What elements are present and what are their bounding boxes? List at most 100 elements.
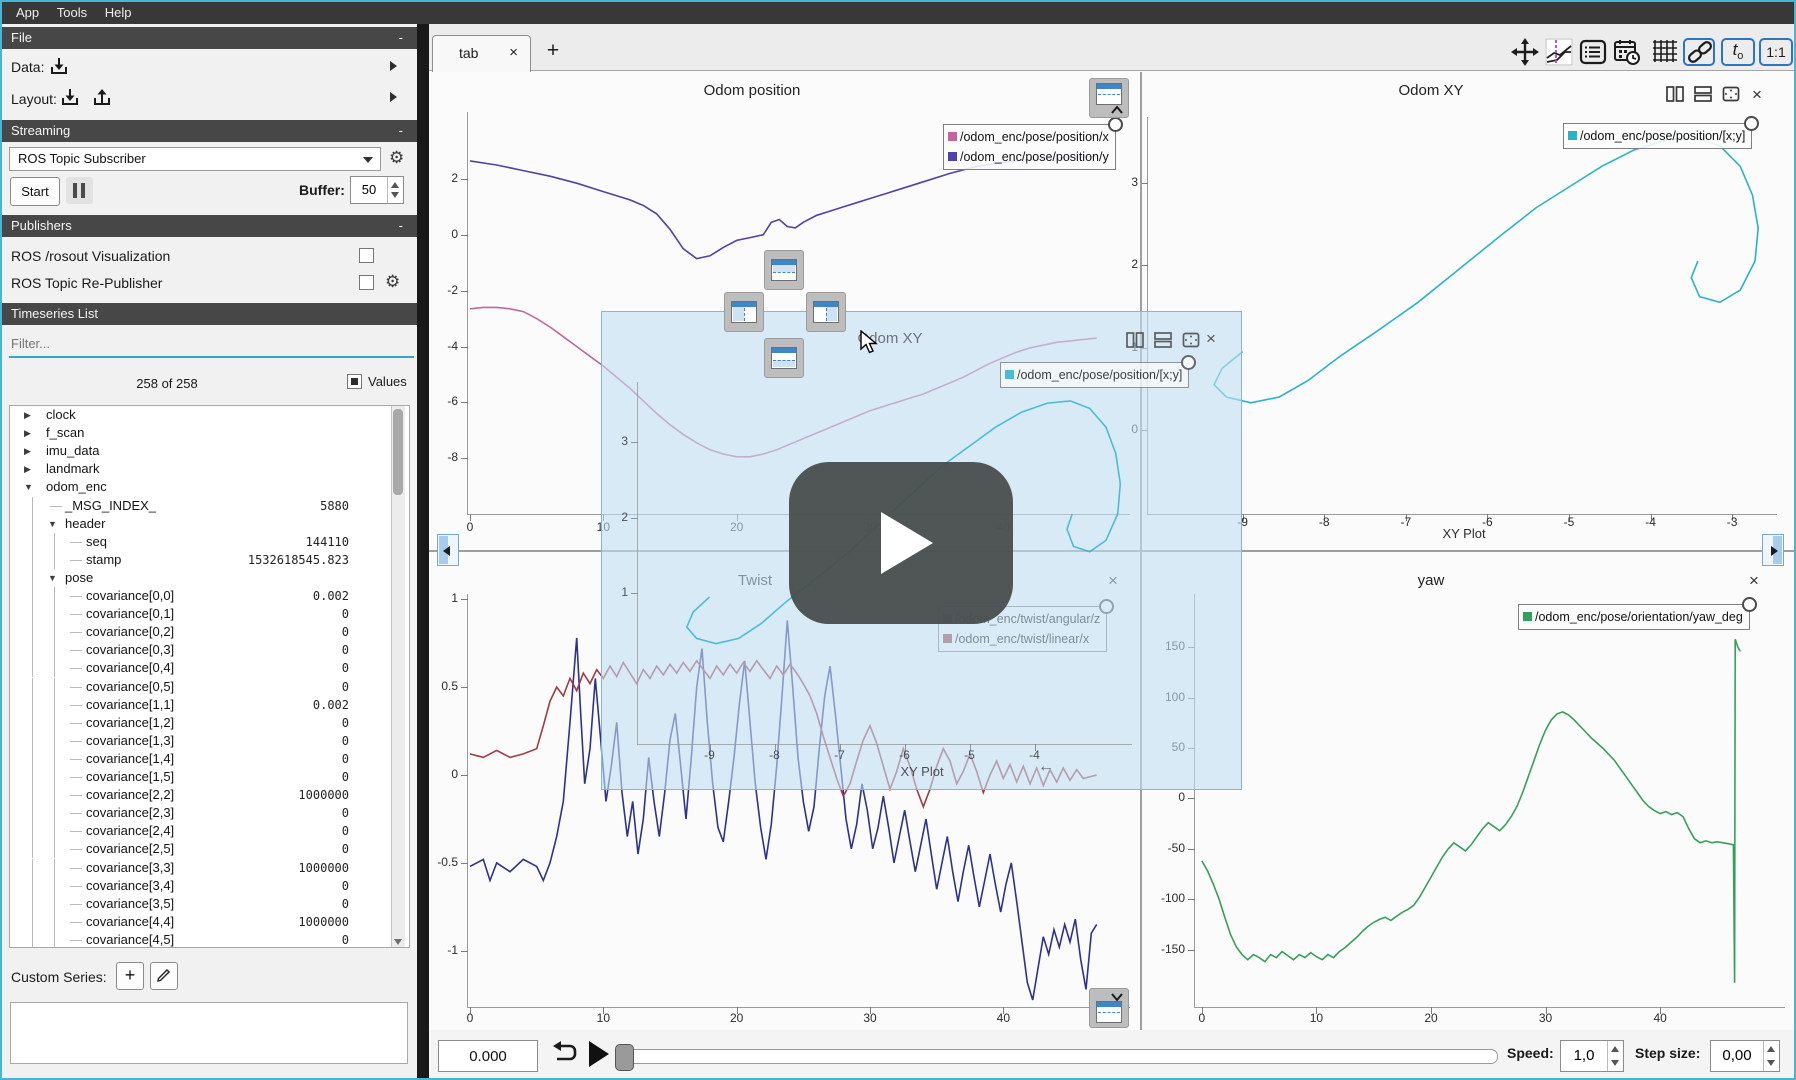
legend-entry[interactable]: /odom_enc/pose/position/[x;y] bbox=[1005, 365, 1182, 385]
collapse-publishers-icon[interactable]: - bbox=[399, 215, 403, 237]
data-expand-icon[interactable] bbox=[390, 61, 397, 71]
values-checkbox[interactable] bbox=[347, 374, 362, 389]
tree-item-covariance[1,3][interactable]: covariance[1,3]0 bbox=[10, 732, 409, 750]
layout-expand-icon[interactable] bbox=[390, 92, 397, 102]
tree-item-_MSG_INDEX_[interactable]: _MSG_INDEX_5880 bbox=[10, 497, 409, 515]
dock-right-icon[interactable] bbox=[806, 292, 846, 332]
tree-item-covariance[3,4][interactable]: covariance[3,4]0 bbox=[10, 877, 409, 895]
legend-detach-handle[interactable] bbox=[1742, 597, 1757, 612]
legend-entry[interactable]: /odom_enc/pose/position/y bbox=[948, 147, 1109, 167]
new-tab-button[interactable]: + bbox=[541, 38, 565, 64]
tree-item-covariance[0,5][interactable]: covariance[0,5]0 bbox=[10, 678, 409, 696]
filter-input[interactable] bbox=[9, 331, 414, 358]
menu-tools[interactable]: Tools bbox=[57, 5, 87, 20]
custom-series-list[interactable] bbox=[10, 1002, 408, 1064]
tree-item-seq[interactable]: seq144110 bbox=[10, 533, 409, 551]
streaming-gear-icon[interactable]: ⚙ bbox=[389, 148, 404, 168]
slider-handle[interactable] bbox=[615, 1044, 634, 1071]
move-icon[interactable] bbox=[1511, 38, 1539, 66]
curve-tracker-icon[interactable] bbox=[1545, 38, 1573, 66]
scroll-down-icon[interactable] bbox=[394, 939, 402, 945]
tree-item-covariance[1,5][interactable]: covariance[1,5]0 bbox=[10, 768, 409, 786]
tree-item-stamp[interactable]: stamp1532618545.823 bbox=[10, 551, 409, 569]
split-vertical-icon[interactable] bbox=[1694, 86, 1712, 107]
speed-spinbox[interactable]: 1,0 bbox=[1560, 1040, 1624, 1072]
ghost-legend[interactable]: /odom_enc/pose/position/[x;y] bbox=[1000, 362, 1189, 388]
save-layout-icon[interactable] bbox=[91, 86, 113, 113]
tree-item-imu_data[interactable]: ▶imu_data bbox=[10, 442, 409, 460]
tree-item-covariance[0,4][interactable]: covariance[0,4]0 bbox=[10, 659, 409, 677]
spin-up-icon[interactable] bbox=[1767, 1046, 1775, 1052]
timeseries-tree[interactable]: ▶clock▶f_scan▶imu_data▶landmark▼odom_enc… bbox=[9, 405, 410, 948]
section-publishers[interactable]: Publishers - bbox=[2, 215, 417, 237]
tree-item-covariance[1,1][interactable]: covariance[1,1]0.002 bbox=[10, 696, 409, 714]
load-data-icon[interactable] bbox=[48, 55, 70, 82]
tree-scrollbar-thumb[interactable] bbox=[393, 409, 403, 495]
tree-item-covariance[2,2][interactable]: covariance[2,2]1000000 bbox=[10, 786, 409, 804]
tree-item-covariance[2,5][interactable]: covariance[2,5]0 bbox=[10, 840, 409, 858]
list-icon[interactable] bbox=[1579, 38, 1607, 66]
spin-up-icon[interactable] bbox=[1611, 1046, 1619, 1052]
datetime-icon[interactable] bbox=[1613, 38, 1641, 66]
splitter-collapse-left-button[interactable] bbox=[437, 534, 459, 566]
loop-icon[interactable] bbox=[549, 1038, 579, 1073]
timeline-slider[interactable] bbox=[616, 1049, 1498, 1064]
collapse-streaming-icon[interactable]: - bbox=[399, 120, 403, 142]
section-file[interactable]: File - bbox=[2, 27, 417, 49]
yaw-legend[interactable]: /odom_enc/pose/orientation/yaw_deg bbox=[1518, 604, 1750, 630]
spin-up-icon[interactable] bbox=[391, 182, 399, 188]
pause-button[interactable] bbox=[66, 177, 93, 204]
tree-item-landmark[interactable]: ▶landmark bbox=[10, 460, 409, 478]
tree-item-covariance[1,4][interactable]: covariance[1,4]0 bbox=[10, 750, 409, 768]
tree-item-f_scan[interactable]: ▶f_scan bbox=[10, 424, 409, 442]
split-horizontal-icon[interactable] bbox=[1126, 332, 1144, 353]
link-icon[interactable] bbox=[1683, 38, 1715, 66]
filter-field[interactable] bbox=[9, 331, 410, 354]
buffer-spinbox[interactable]: 50 bbox=[350, 176, 404, 204]
tree-item-covariance[2,4][interactable]: covariance[2,4]0 bbox=[10, 822, 409, 840]
odom_xy-legend[interactable]: /odom_enc/pose/position/[x;y] bbox=[1563, 123, 1752, 149]
add-custom-series-button[interactable]: + bbox=[116, 962, 144, 990]
tree-item-covariance[0,2][interactable]: covariance[0,2]0 bbox=[10, 623, 409, 641]
spin-down-icon[interactable] bbox=[391, 192, 399, 198]
menu-app[interactable]: App bbox=[16, 5, 39, 20]
split-vertical-icon[interactable] bbox=[1154, 332, 1172, 353]
tree-item-covariance[3,3][interactable]: covariance[3,3]1000000 bbox=[10, 859, 409, 877]
tree-item-covariance[4,4][interactable]: covariance[4,4]1000000 bbox=[10, 913, 409, 931]
collapse-file-icon[interactable]: - bbox=[399, 27, 403, 49]
splitter-collapse-right-button[interactable] bbox=[1762, 534, 1784, 566]
legend-detach-handle[interactable] bbox=[1108, 117, 1123, 132]
ratio-icon[interactable]: 1:1 bbox=[1759, 38, 1793, 66]
tree-item-header[interactable]: ▼header bbox=[10, 515, 409, 533]
tree-scrollbar[interactable] bbox=[391, 406, 405, 947]
tree-item-clock[interactable]: ▶clock bbox=[10, 406, 409, 424]
fullscreen-icon[interactable] bbox=[1182, 332, 1200, 353]
tree-item-covariance[0,3][interactable]: covariance[0,3]0 bbox=[10, 641, 409, 659]
split-horizontal-icon[interactable] bbox=[1666, 86, 1684, 107]
tree-item-covariance[2,3][interactable]: covariance[2,3]0 bbox=[10, 804, 409, 822]
time-offset-icon[interactable]: to bbox=[1721, 38, 1755, 66]
legend-entry[interactable]: /odom_enc/pose/position/x bbox=[948, 127, 1109, 147]
dock-bottom-icon[interactable] bbox=[764, 338, 804, 378]
section-streaming[interactable]: Streaming - bbox=[2, 120, 417, 142]
tree-item-covariance[0,0][interactable]: covariance[0,0]0.002 bbox=[10, 587, 409, 605]
legend-entry[interactable]: /odom_enc/pose/orientation/yaw_deg bbox=[1523, 607, 1743, 627]
step-size-spinbox[interactable]: 0,00 bbox=[1710, 1040, 1780, 1072]
streaming-source-select[interactable]: ROS Topic Subscriber bbox=[9, 147, 381, 171]
tree-item-covariance[0,1][interactable]: covariance[0,1]0 bbox=[10, 605, 409, 623]
edit-custom-series-button[interactable] bbox=[150, 962, 178, 990]
legend-entry[interactable]: /odom_enc/pose/position/[x;y] bbox=[1568, 126, 1745, 146]
close-plot-icon[interactable]: × bbox=[1752, 86, 1762, 103]
tab-tab[interactable]: tab × bbox=[432, 35, 531, 72]
play-button[interactable] bbox=[589, 1041, 609, 1067]
menu-help[interactable]: Help bbox=[105, 5, 132, 20]
grid-icon[interactable] bbox=[1651, 38, 1679, 66]
spin-down-icon[interactable] bbox=[1767, 1060, 1775, 1066]
rosout-visualization-checkbox[interactable] bbox=[359, 248, 374, 263]
close-plot-icon[interactable]: × bbox=[1749, 572, 1759, 589]
dock-edge-bottom-icon[interactable] bbox=[1089, 988, 1129, 1028]
tab-close-icon[interactable]: × bbox=[509, 36, 518, 70]
time-display[interactable]: 0.000 bbox=[438, 1040, 538, 1072]
dock-top-icon[interactable] bbox=[764, 250, 804, 290]
load-layout-icon[interactable] bbox=[59, 86, 81, 113]
